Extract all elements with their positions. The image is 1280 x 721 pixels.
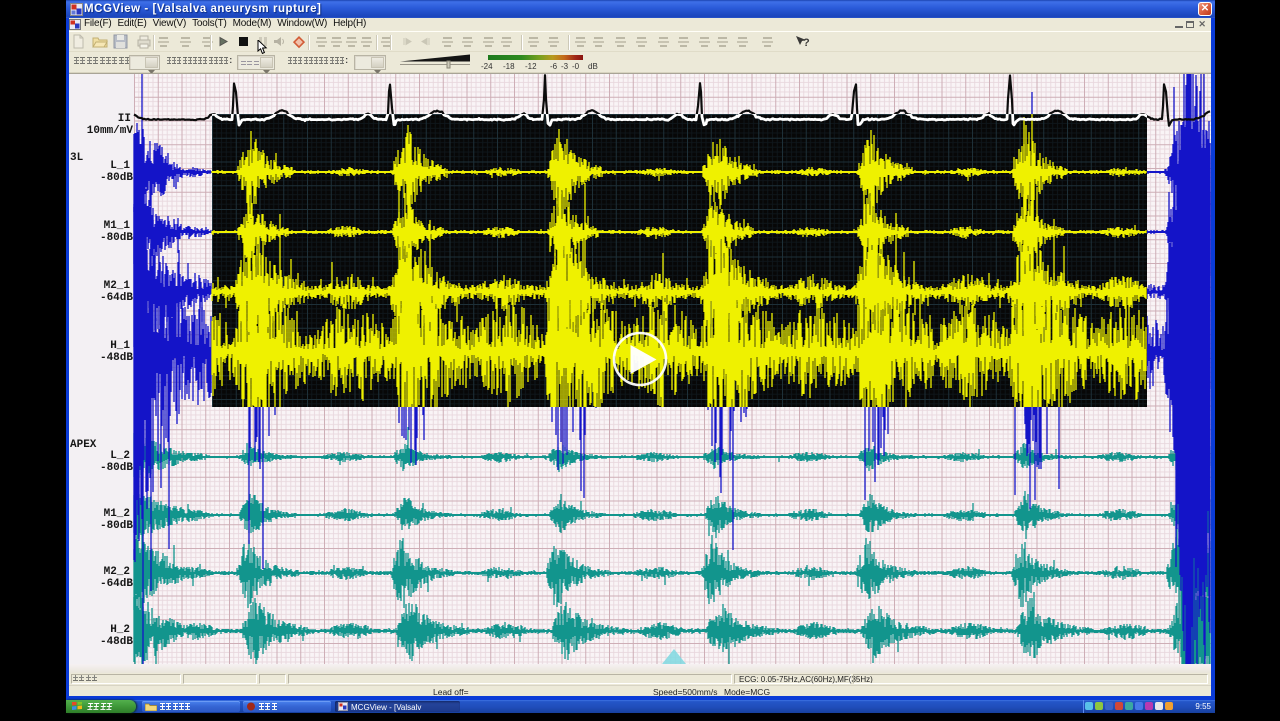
svg-text:APEX: APEX	[70, 439, 97, 451]
svg-text:M1_1: M1_1	[104, 220, 131, 232]
svg-text:L_2: L_2	[110, 450, 130, 462]
svg-text:-64dB: -64dB	[100, 292, 133, 304]
svg-text:?: ?	[803, 37, 810, 49]
svg-text:II: II	[118, 113, 131, 125]
svg-text:M1_2: M1_2	[104, 508, 130, 520]
svg-text:-80dB: -80dB	[100, 520, 133, 532]
svg-text:-80dB: -80dB	[100, 462, 133, 474]
svg-text:H_2: H_2	[110, 624, 130, 636]
svg-text:-48dB: -48dB	[100, 352, 133, 364]
svg-text:H_1: H_1	[110, 340, 130, 352]
svg-text:10mm/mV: 10mm/mV	[87, 125, 134, 137]
svg-text:3L: 3L	[70, 152, 84, 164]
svg-text:-64dB: -64dB	[100, 578, 133, 590]
svg-text:-48dB: -48dB	[100, 636, 133, 648]
svg-text:M2_2: M2_2	[104, 566, 130, 578]
svg-text:M2_1: M2_1	[104, 280, 131, 292]
svg-text:-80dB: -80dB	[100, 172, 133, 184]
svg-text:L_1: L_1	[110, 160, 130, 172]
svg-text:-80dB: -80dB	[100, 232, 133, 244]
